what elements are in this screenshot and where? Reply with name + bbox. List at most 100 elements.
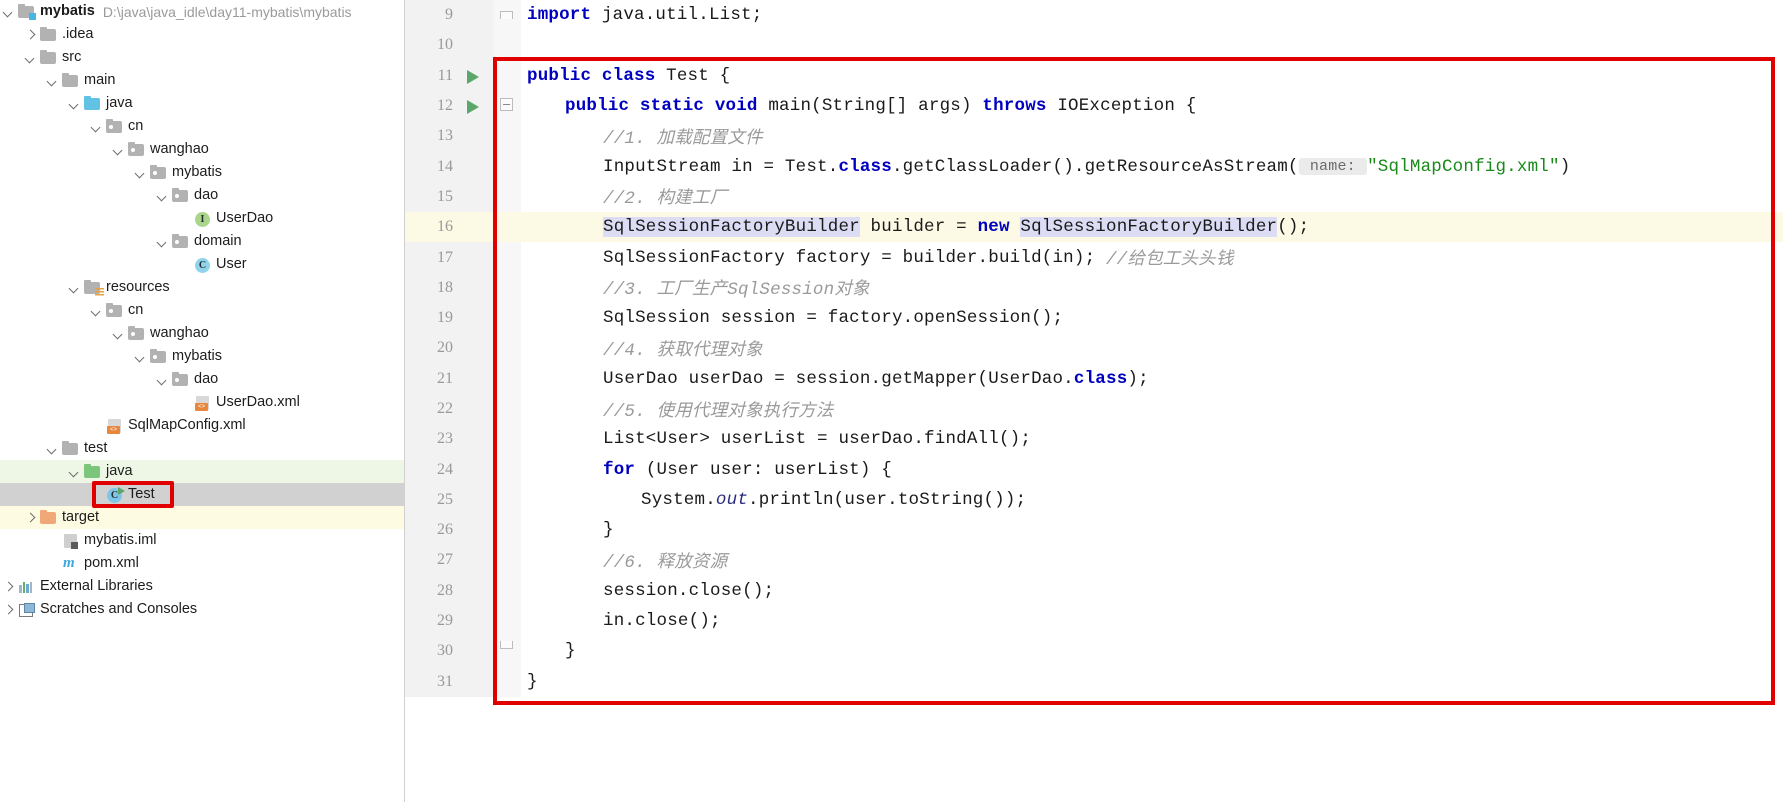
chevron-down-icon[interactable] [112,327,125,340]
chevron-down-icon[interactable] [156,235,169,248]
tree-row-mybatis-iml[interactable]: mybatis.iml [0,529,404,552]
tree-row-mybatis[interactable]: mybatis [0,345,404,368]
chevron-down-icon[interactable] [46,74,59,87]
code-text[interactable]: SqlSession session = factory.openSession… [521,303,1783,333]
editor-line[interactable]: 19 SqlSession session = factory.openSessi… [405,302,1783,334]
chevron-right-icon[interactable] [2,580,15,593]
tree-row-userdao-xml[interactable]: UserDao.xml [0,391,404,414]
tree-row-resources[interactable]: resources [0,276,404,299]
code-fold-toggle[interactable] [493,90,521,122]
code-text[interactable]: //5. 使用代理对象执行方法 [521,394,1783,424]
editor-line[interactable]: 23 List<User> userList = userDao.findAll(… [405,424,1783,455]
code-text[interactable]: import java.util.List; [521,0,1783,30]
editor-line[interactable]: 13 //1. 加载配置文件 [405,121,1783,152]
tree-row-dao[interactable]: dao [0,184,404,207]
code-text[interactable]: } [521,667,1783,697]
code-text[interactable]: //4. 获取代理对象 [521,333,1783,363]
editor-line[interactable]: 25 System. out .println(user.toString()); [405,484,1783,516]
tree-row--idea[interactable]: .idea [0,23,404,46]
run-gutter-icon[interactable] [463,60,493,91]
chevron-down-icon[interactable] [24,51,37,64]
code-editor[interactable]: 9 import java.util.List; 10 11 public class … [405,0,1783,802]
editor-line[interactable]: 31} [405,666,1783,697]
tree-row-java[interactable]: java [0,92,404,115]
tree-row-wanghao[interactable]: wanghao [0,322,404,345]
tree-row-mybatis[interactable]: mybatis [0,161,404,184]
code-fold-toggle[interactable] [493,636,521,667]
editor-line[interactable]: 10 [405,30,1783,61]
tree-row-external-libraries[interactable]: External Libraries [0,575,404,598]
code-text[interactable]: UserDao userDao = session.getMapper(User… [521,364,1783,394]
editor-line[interactable]: 12 public static void main(String[] args)… [405,90,1783,122]
editor-line[interactable]: 11 public class Test { [405,60,1783,91]
chevron-down-icon[interactable] [46,442,59,455]
tree-row-cn[interactable]: cn [0,299,404,322]
tree-row-main[interactable]: main [0,69,404,92]
editor-line[interactable]: 20 //4. 获取代理对象 [405,333,1783,364]
editor-line[interactable]: 14 InputStream in = Test. class .getClassLo… [405,151,1783,182]
editor-line[interactable]: 28 session.close(); [405,575,1783,606]
tree-row-src[interactable]: src [0,46,404,69]
chevron-down-icon[interactable] [90,304,103,317]
code-text[interactable]: //1. 加载配置文件 [521,121,1783,151]
chevron-down-icon[interactable] [68,281,81,294]
editor-line[interactable]: 18 //3. 工厂生产SqlSession对象 [405,272,1783,303]
editor-line[interactable]: 24 for (User user: userList) { [405,454,1783,485]
tree-row-userdao[interactable]: I UserDao [0,207,404,230]
tree-row-test[interactable]: test [0,437,404,460]
code-text[interactable]: for (User user: userList) { [521,454,1783,484]
code-text[interactable]: //2. 构建工厂 [521,182,1783,212]
chevron-right-icon[interactable] [24,28,37,41]
editor-line[interactable]: 15 //2. 构建工厂 [405,181,1783,213]
editor-line[interactable]: 27 //6. 释放资源 [405,545,1783,576]
code-text[interactable]: System. out .println(user.toString()); [521,485,1783,515]
chevron-down-icon[interactable] [90,120,103,133]
tree-row-sqlmapconfig-xml[interactable]: SqlMapConfig.xml [0,414,404,437]
code-text[interactable]: //3. 工厂生产SqlSession对象 [521,273,1783,303]
code-text[interactable]: } [521,636,1783,666]
chevron-down-icon[interactable] [112,143,125,156]
code-text[interactable]: } [521,515,1783,545]
tree-row-target[interactable]: target [0,506,404,529]
chevron-down-icon[interactable] [134,350,147,363]
tree-row-pom-xml[interactable]: m pom.xml [0,552,404,575]
chevron-down-icon[interactable] [2,5,15,18]
code-text[interactable]: List<User> userList = userDao.findAll(); [521,424,1783,454]
tree-row-test[interactable]: C Test [0,483,404,506]
tree-row-java[interactable]: java [0,460,404,483]
editor-line[interactable]: 9 import java.util.List; [405,0,1783,31]
tree-row-wanghao[interactable]: wanghao [0,138,404,161]
code-text[interactable]: SqlSessionFactoryBuilder builder = new S… [521,212,1783,243]
editor-line[interactable]: 21 UserDao userDao = session.getMapper(Us… [405,363,1783,394]
code-text[interactable]: InputStream in = Test. class .getClassLoad… [521,151,1783,181]
editor-line[interactable]: 26} [405,515,1783,546]
run-gutter-icon[interactable] [463,90,493,122]
tree-row-user[interactable]: C User [0,253,404,276]
tree-row-project-root[interactable]: mybatis D:\java\java_idle\day11-mybatis\… [0,0,404,23]
chevron-down-icon[interactable] [156,189,169,202]
code-text[interactable]: //6. 释放资源 [521,545,1783,575]
editor-line[interactable]: 16 SqlSessionFactoryBuilder builder = new… [405,212,1783,243]
tree-row-scratches-and-consoles[interactable]: Scratches and Consoles [0,598,404,621]
code-fold-toggle[interactable] [493,0,521,31]
chevron-down-icon[interactable] [68,465,81,478]
chevron-down-icon[interactable] [134,166,147,179]
tree-row-domain[interactable]: domain [0,230,404,253]
editor-line[interactable]: 30} [405,636,1783,667]
chevron-down-icon[interactable] [68,97,81,110]
editor-line[interactable]: 22 //5. 使用代理对象执行方法 [405,393,1783,425]
code-text[interactable]: SqlSessionFactory factory = builder.buil… [521,242,1783,272]
code-text[interactable]: public class Test { [521,61,1783,91]
code-text[interactable]: session.close(); [521,576,1783,606]
tree-row-cn[interactable]: cn [0,115,404,138]
code-text[interactable]: public static void main(String[] args) t… [521,91,1783,121]
code-text[interactable] [521,30,1783,60]
editor-line[interactable]: 17 SqlSessionFactory factory = builder.bu… [405,242,1783,273]
editor-line[interactable]: 29 in.close(); [405,605,1783,637]
project-tool-window[interactable]: mybatis D:\java\java_idle\day11-mybatis\… [0,0,405,802]
chevron-down-icon[interactable] [156,373,169,386]
tree-row-dao[interactable]: dao [0,368,404,391]
chevron-right-icon[interactable] [24,511,37,524]
code-text[interactable]: in.close(); [521,606,1783,636]
chevron-right-icon[interactable] [2,603,15,616]
